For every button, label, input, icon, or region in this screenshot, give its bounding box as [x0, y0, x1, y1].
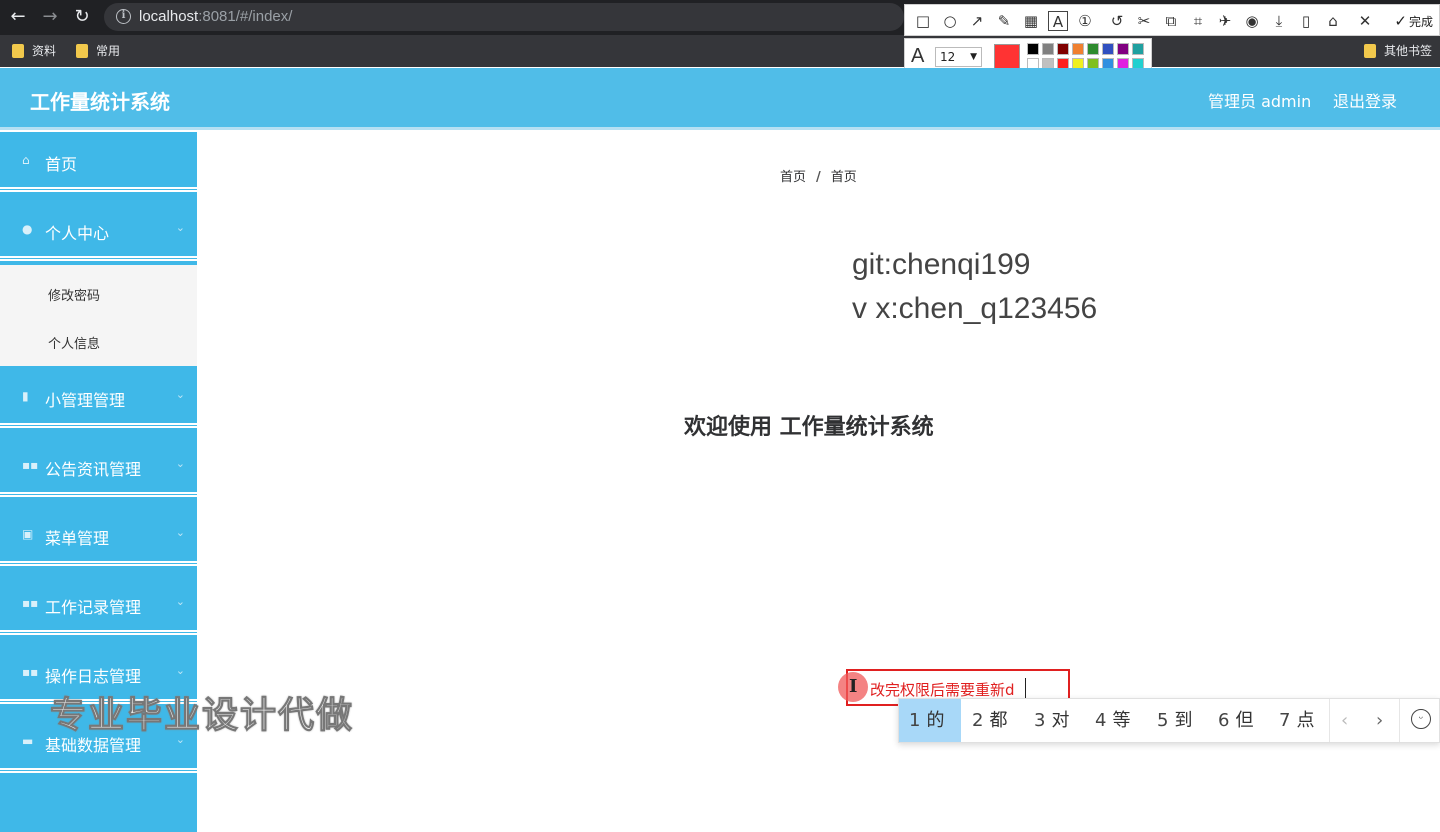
color-swatch[interactable] — [1087, 43, 1099, 55]
breadcrumb-item-home[interactable]: 首页 — [780, 170, 806, 185]
breadcrumb: 首页 / 首页 — [780, 166, 857, 185]
submenu-item-personal-info[interactable]: 个人信息 — [48, 333, 100, 352]
ime-candidate[interactable]: 2都 — [962, 699, 1017, 742]
ime-candidate[interactable]: 3对 — [1024, 699, 1079, 742]
forward-arrow-icon[interactable]: → — [38, 5, 62, 29]
download-icon[interactable]: ⤓ — [1269, 11, 1289, 31]
sidebar-item-manager[interactable]: ▮ 小管理管理 ⌄ — [0, 368, 197, 428]
ime-candidate[interactable]: 4等 — [1085, 699, 1140, 742]
close-icon[interactable]: ✕ — [1355, 11, 1375, 31]
rectangle-icon[interactable]: □ — [913, 11, 933, 31]
sidebar-item-home[interactable]: ⌂ 首页 — [0, 132, 197, 192]
chevron-down-icon: ⌄ — [175, 595, 185, 608]
cut-icon[interactable]: ✂ — [1134, 11, 1154, 31]
number-marker-icon[interactable]: ① — [1075, 11, 1095, 31]
emoji-icon[interactable]: ᵕ — [1411, 709, 1431, 729]
other-bookmarks[interactable]: 其他书签 — [1364, 41, 1432, 61]
pin-icon[interactable]: ✈ — [1215, 11, 1235, 31]
text-caret — [1025, 678, 1026, 698]
grid-icon: ▪▪ — [22, 458, 39, 472]
color-swatch[interactable] — [1117, 43, 1129, 55]
color-swatch[interactable] — [1072, 43, 1084, 55]
ime-divider — [1399, 699, 1400, 742]
sidebar-item-notices[interactable]: ▪▪ 公告资讯管理 ⌄ — [0, 437, 197, 497]
chevron-down-icon: ▼ — [970, 52, 977, 62]
ime-divider — [1329, 699, 1330, 742]
mosaic-icon[interactable]: ▦ — [1021, 11, 1041, 31]
chat-icon: ▬ — [22, 734, 34, 748]
git-contact-text: git:chenqi199 — [852, 248, 1031, 281]
ellipse-icon[interactable]: ○ — [940, 11, 960, 31]
logout-link[interactable]: 退出登录 — [1333, 88, 1397, 112]
chevron-down-icon: ⌄ — [175, 388, 185, 401]
wechat-contact-text: v x:chen_q123456 — [852, 292, 1098, 325]
chevron-down-icon: ⌄ — [175, 221, 185, 234]
color-swatch[interactable] — [1057, 43, 1069, 55]
grid-icon: ▪▪ — [22, 665, 39, 679]
chevron-left-icon[interactable]: ‹ — [1341, 699, 1348, 742]
undo-icon[interactable]: ↺ — [1107, 11, 1127, 31]
app-header: 工作量统计系统 管理员 admin 退出登录 — [0, 68, 1440, 130]
folder-icon — [76, 44, 88, 58]
check-icon: ✓ — [1394, 12, 1407, 30]
ime-candidate[interactable]: 1的 — [899, 699, 961, 742]
current-user: 管理员 admin — [1208, 92, 1312, 111]
pen-icon[interactable]: ✎ — [994, 11, 1014, 31]
translate-icon[interactable]: ⧉ — [1161, 11, 1181, 31]
chevron-down-icon: ⌄ — [175, 664, 185, 677]
sidebar-item-profile[interactable]: ● 个人中心 ⌄ — [0, 201, 197, 261]
grid-icon: ▪▪ — [22, 596, 39, 610]
ime-candidate[interactable]: 6但 — [1208, 699, 1263, 742]
welcome-heading: 欢迎使用 工作量统计系统 — [684, 415, 934, 440]
folder-icon — [1364, 44, 1376, 58]
book-icon: ▮ — [22, 389, 29, 403]
ime-candidate[interactable]: 5到 — [1147, 699, 1202, 742]
text-tool-icon[interactable]: A — [1048, 11, 1068, 31]
app-title: 工作量统计系统 — [30, 90, 170, 114]
url-text: localhost:8081/#/index/ — [139, 8, 293, 25]
color-swatch[interactable] — [1102, 43, 1114, 55]
bookmark-folder[interactable]: 资料 — [12, 41, 56, 61]
record-icon[interactable]: ◉ — [1242, 11, 1262, 31]
sidebar-item-work-records[interactable]: ▪▪ 工作记录管理 ⌄ — [0, 575, 197, 635]
breadcrumb-item-current: 首页 — [830, 170, 857, 185]
current-color-swatch[interactable] — [994, 44, 1020, 70]
annotation-text: 改完权限后需要重新d — [870, 681, 1015, 699]
phone-icon[interactable]: ▯ — [1296, 11, 1316, 31]
arrow-icon[interactable]: ↗ — [967, 11, 987, 31]
chevron-down-icon: ⌄ — [175, 457, 185, 470]
color-swatch[interactable] — [1027, 43, 1039, 55]
ime-candidate-bar: 1的 2都 3对 4等 5到 6但 7点 ‹ › ᵕ — [898, 698, 1440, 743]
font-icon: A — [911, 45, 925, 67]
sidebar-item-menus[interactable]: ▣ 菜单管理 ⌄ — [0, 506, 197, 566]
folder-icon — [12, 44, 24, 58]
bookmark-icon[interactable]: ⌂ — [1323, 11, 1343, 31]
color-swatch[interactable] — [1132, 43, 1144, 55]
reload-icon[interactable]: ↻ — [70, 5, 94, 29]
address-bar[interactable]: i localhost:8081/#/index/ — [104, 3, 904, 31]
profile-submenu: 修改密码 个人信息 — [0, 265, 197, 366]
bookmarks-bar: 资料 常用 其他书签 — [0, 35, 1440, 67]
chevron-down-icon: ⌄ — [175, 526, 185, 539]
clipboard-icon: ▣ — [22, 527, 34, 541]
breadcrumb-separator: / — [816, 170, 821, 185]
color-swatch[interactable] — [1042, 43, 1054, 55]
site-info-icon[interactable]: i — [116, 9, 131, 24]
done-button[interactable]: ✓ 完成 — [1394, 11, 1433, 32]
submenu-item-change-password[interactable]: 修改密码 — [48, 285, 100, 304]
text-cursor-icon: I — [849, 676, 858, 697]
ocr-icon[interactable]: ⌗ — [1188, 11, 1208, 31]
ime-candidate[interactable]: 7点 — [1269, 699, 1324, 742]
user-icon: ● — [22, 222, 33, 236]
font-size-select[interactable]: 12 ▼ — [935, 47, 982, 67]
screenshot-toolbar: □ ○ ↗ ✎ ▦ A ① ↺ ✂ ⧉ ⌗ ✈ ◉ ⤓ ▯ ⌂ ✕ ✓ 完成 — [904, 4, 1440, 36]
bookmark-folder[interactable]: 常用 — [76, 41, 120, 61]
home-icon: ⌂ — [22, 153, 30, 167]
back-arrow-icon[interactable]: ← — [6, 5, 30, 29]
chevron-right-icon[interactable]: › — [1376, 699, 1383, 742]
watermark-text: 专业毕业设计代做 — [49, 695, 355, 737]
